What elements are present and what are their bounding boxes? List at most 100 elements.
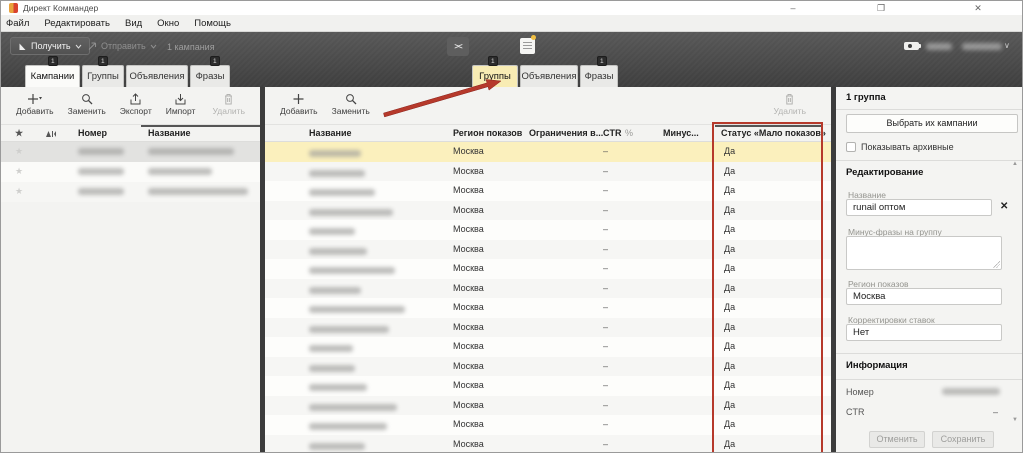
minus-column-header[interactable]: Минус... <box>663 128 699 138</box>
app-window: Директ Коммандер – ❐ ✕ Файл Редактироват… <box>0 0 1023 453</box>
group-row[interactable]: Москва – Да <box>265 142 831 162</box>
select-campaigns-button[interactable]: Выбрать их кампании <box>846 114 1018 133</box>
scroll-up-icon[interactable]: ▲ <box>1012 161 1018 167</box>
group-row[interactable]: Москва – Да <box>265 181 831 201</box>
scroll-down-icon[interactable]: ▼ <box>1012 417 1018 423</box>
add-button[interactable]: Добавить <box>273 91 325 118</box>
menu-view[interactable]: Вид <box>125 18 142 29</box>
send-button[interactable]: Отправить <box>87 37 157 55</box>
group-row[interactable]: Москва – Да <box>265 435 831 453</box>
region-cell: Москва <box>453 439 484 449</box>
star-icon[interactable]: ★ <box>15 146 23 157</box>
receive-label: Получить <box>31 41 71 51</box>
group-row[interactable]: Москва – Да <box>265 298 831 318</box>
redacted-group-name <box>309 365 355 372</box>
replace-button[interactable]: Заменить <box>61 91 113 118</box>
region-field[interactable]: Москва <box>846 288 1002 305</box>
group-row[interactable]: Москва – Да <box>265 201 831 221</box>
region-column-header[interactable]: Регион показов <box>453 128 522 138</box>
tab-groups-left[interactable]: Группы <box>82 65 124 87</box>
name-column-header[interactable]: Название <box>148 128 190 138</box>
state-column-header-icon[interactable] <box>45 129 56 140</box>
ctr-column-header[interactable]: CTR <box>603 128 622 138</box>
tab-ads-left[interactable]: Объявления <box>126 65 188 87</box>
group-row[interactable]: Москва – Да <box>265 376 831 396</box>
cancel-button[interactable]: Отменить <box>869 431 925 448</box>
resize-grip-icon[interactable] <box>993 261 1000 268</box>
low-impressions-cell: Да <box>724 166 735 176</box>
number-column-header[interactable]: Номер <box>78 128 107 138</box>
name-column-header[interactable]: Название <box>309 128 351 138</box>
add-button[interactable]: Добавить <box>9 91 61 118</box>
menu-file[interactable]: Файл <box>6 18 29 29</box>
delete-button[interactable]: Удалить <box>206 91 252 118</box>
events-journal-icon[interactable] <box>520 38 535 54</box>
group-row[interactable]: Москва – Да <box>265 220 831 240</box>
bid-adjustments-field[interactable]: Нет <box>846 324 1002 341</box>
low-impressions-column-header[interactable]: Статус «Мало показов» <box>721 128 826 138</box>
tab-campaigns[interactable]: Кампании <box>25 65 80 87</box>
ctr-cell: – <box>603 185 608 195</box>
clear-name-icon[interactable]: ✕ <box>1000 201 1008 212</box>
ctr-cell: – <box>603 263 608 273</box>
redacted-group-name <box>309 287 361 294</box>
checkbox-icon[interactable] <box>846 142 856 152</box>
delete-button[interactable]: Удалить <box>767 91 813 118</box>
redacted-group-name <box>309 170 365 177</box>
star-icon[interactable]: ★ <box>15 166 23 177</box>
group-row[interactable]: Москва – Да <box>265 337 831 357</box>
tab-phrases-center[interactable]: Фразы <box>580 65 618 87</box>
region-cell: Москва <box>453 146 484 156</box>
star-icon[interactable]: ★ <box>15 186 23 197</box>
import-icon <box>174 93 187 105</box>
campaign-row[interactable]: ★ <box>1 162 260 182</box>
group-row[interactable]: Москва – Да <box>265 396 831 416</box>
points-balance-icon <box>904 42 919 50</box>
low-impressions-cell: Да <box>724 263 735 273</box>
show-archived-checkbox-row[interactable]: Показывать архивные <box>846 142 954 152</box>
collapse-panels-icon[interactable]: >< <box>447 37 469 56</box>
group-row[interactable]: Москва – Да <box>265 240 831 260</box>
group-row[interactable]: Москва – Да <box>265 162 831 182</box>
low-impressions-cell: Да <box>724 283 735 293</box>
low-impressions-cell: Да <box>724 361 735 371</box>
ctr-cell: – <box>603 361 608 371</box>
minus-phrases-field[interactable] <box>846 236 1002 270</box>
tab-ads-center[interactable]: Объявления <box>520 65 578 87</box>
group-row[interactable]: Москва – Да <box>265 259 831 279</box>
group-row[interactable]: Москва – Да <box>265 357 831 377</box>
menu-help[interactable]: Помощь <box>194 18 231 29</box>
menu-edit[interactable]: Редактировать <box>44 18 110 29</box>
close-button[interactable]: ✕ <box>971 2 985 14</box>
import-button[interactable]: Импорт <box>159 91 203 118</box>
star-column-header-icon[interactable]: ★ <box>15 128 23 139</box>
maximize-button[interactable]: ❐ <box>874 2 888 14</box>
replace-button[interactable]: Заменить <box>325 91 377 118</box>
ctr-cell: – <box>603 341 608 351</box>
receive-button[interactable]: Получить <box>10 37 90 55</box>
group-row[interactable]: Москва – Да <box>265 415 831 435</box>
redacted-group-name <box>309 248 367 255</box>
ctr-cell: – <box>603 166 608 176</box>
app-title: Директ Коммандер <box>23 3 98 13</box>
campaigns-panel: Добавить Заменить Экспорт Импорт Удалить… <box>1 87 260 452</box>
ctr-cell: – <box>603 302 608 312</box>
export-button[interactable]: Экспорт <box>113 91 159 118</box>
account-menu-chevron-icon[interactable]: ∨ <box>1004 41 1010 50</box>
ctr-cell: – <box>603 322 608 332</box>
number-info-label: Номер <box>846 387 874 397</box>
export-icon <box>129 93 142 105</box>
minimize-button[interactable]: – <box>786 2 800 14</box>
low-impressions-cell: Да <box>724 205 735 215</box>
campaign-row[interactable]: ★ <box>1 142 260 162</box>
tab-groups-center[interactable]: Группы <box>472 65 518 87</box>
low-impressions-cell: Да <box>724 341 735 351</box>
menu-window[interactable]: Окно <box>157 18 179 29</box>
campaign-row[interactable]: ★ <box>1 182 260 202</box>
group-row[interactable]: Москва – Да <box>265 318 831 338</box>
name-field[interactable]: runail оптом <box>846 199 992 216</box>
limits-column-header[interactable]: Ограничения в... <box>529 128 603 138</box>
save-button[interactable]: Сохранить <box>932 431 994 448</box>
tab-phrases-left[interactable]: Фразы <box>190 65 230 87</box>
group-row[interactable]: Москва – Да <box>265 279 831 299</box>
